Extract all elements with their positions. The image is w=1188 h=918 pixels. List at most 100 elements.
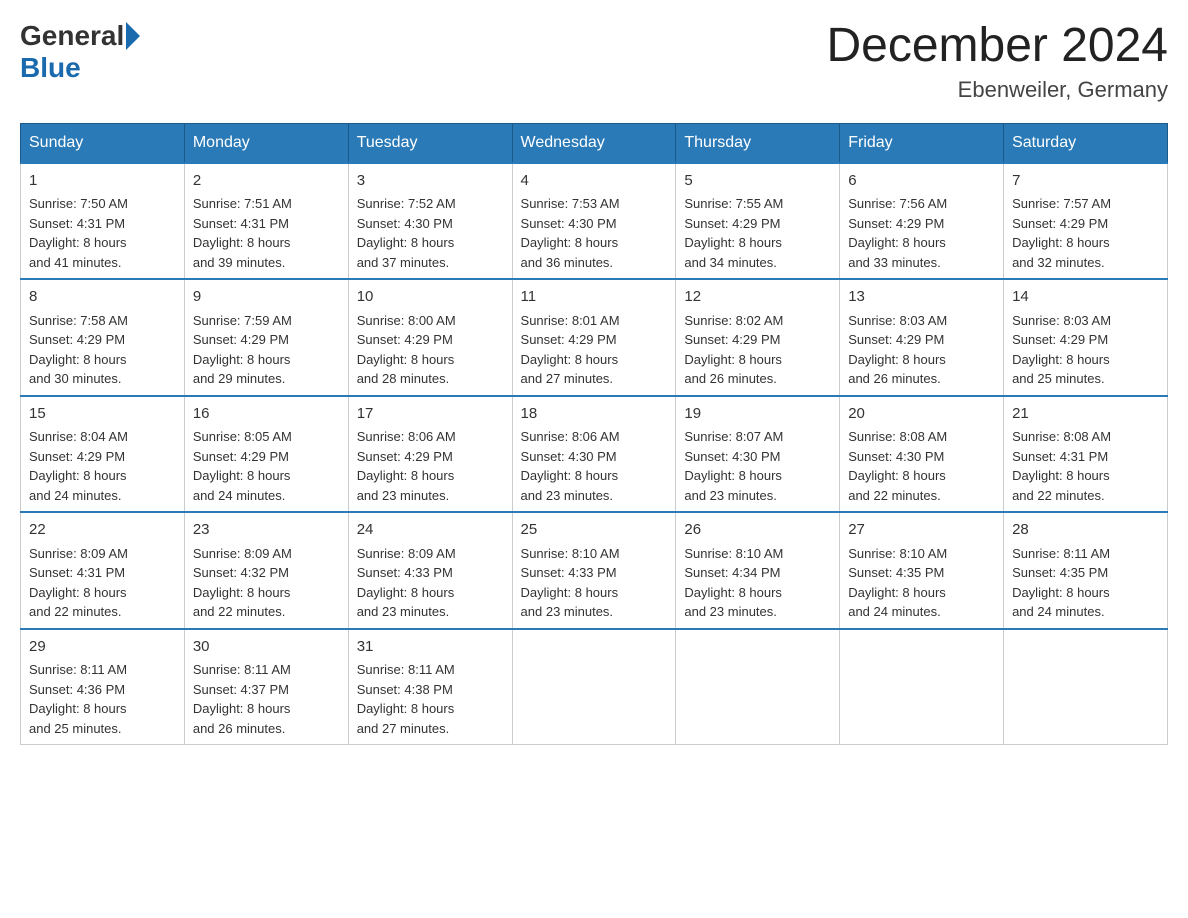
day-number: 7: [1012, 170, 1159, 193]
sunrise: Sunrise: 7:56 AM: [848, 196, 947, 211]
logo-general-text: General: [20, 20, 124, 52]
header-wednesday: Wednesday: [512, 123, 676, 163]
calendar-day-cell: 27Sunrise: 8:10 AMSunset: 4:35 PMDayligh…: [840, 512, 1004, 629]
sunrise: Sunrise: 8:00 AM: [357, 313, 456, 328]
day-number: 16: [193, 403, 340, 426]
sunset: Sunset: 4:31 PM: [1012, 449, 1108, 464]
calendar-day-cell: 17Sunrise: 8:06 AMSunset: 4:29 PMDayligh…: [348, 396, 512, 513]
calendar-day-cell: [840, 629, 1004, 745]
calendar-day-cell: 26Sunrise: 8:10 AMSunset: 4:34 PMDayligh…: [676, 512, 840, 629]
day-number: 1: [29, 170, 176, 193]
logo: General Blue: [20, 20, 142, 84]
calendar-week-row: 8Sunrise: 7:58 AMSunset: 4:29 PMDaylight…: [21, 279, 1168, 396]
sunrise: Sunrise: 8:11 AM: [29, 662, 127, 677]
daylight: Daylight: 8 hours: [521, 352, 619, 367]
sunrise: Sunrise: 8:11 AM: [193, 662, 291, 677]
sunrise: Sunrise: 8:10 AM: [684, 546, 783, 561]
calendar-day-cell: 30Sunrise: 8:11 AMSunset: 4:37 PMDayligh…: [184, 629, 348, 745]
daylight: Daylight: 8 hours: [848, 468, 946, 483]
sunset: Sunset: 4:29 PM: [684, 332, 780, 347]
sunrise: Sunrise: 8:08 AM: [1012, 429, 1111, 444]
sunset: Sunset: 4:29 PM: [848, 216, 944, 231]
daylight: Daylight: 8 hours: [29, 352, 127, 367]
calendar-day-cell: 20Sunrise: 8:08 AMSunset: 4:30 PMDayligh…: [840, 396, 1004, 513]
daylight: Daylight: 8 hours: [1012, 235, 1110, 250]
sunrise: Sunrise: 7:51 AM: [193, 196, 292, 211]
daylight-minutes: and 24 minutes.: [193, 488, 286, 503]
daylight-minutes: and 23 minutes.: [521, 604, 614, 619]
day-number: 26: [684, 519, 831, 542]
calendar-day-cell: 12Sunrise: 8:02 AMSunset: 4:29 PMDayligh…: [676, 279, 840, 396]
calendar-day-cell: 25Sunrise: 8:10 AMSunset: 4:33 PMDayligh…: [512, 512, 676, 629]
daylight-minutes: and 24 minutes.: [1012, 604, 1105, 619]
day-number: 21: [1012, 403, 1159, 426]
sunrise: Sunrise: 8:09 AM: [357, 546, 456, 561]
sunset: Sunset: 4:29 PM: [1012, 216, 1108, 231]
calendar-week-row: 15Sunrise: 8:04 AMSunset: 4:29 PMDayligh…: [21, 396, 1168, 513]
sunset: Sunset: 4:38 PM: [357, 682, 453, 697]
daylight: Daylight: 8 hours: [684, 352, 782, 367]
header-tuesday: Tuesday: [348, 123, 512, 163]
daylight-minutes: and 24 minutes.: [848, 604, 941, 619]
calendar-day-cell: 29Sunrise: 8:11 AMSunset: 4:36 PMDayligh…: [21, 629, 185, 745]
sunrise: Sunrise: 8:07 AM: [684, 429, 783, 444]
calendar-day-cell: 28Sunrise: 8:11 AMSunset: 4:35 PMDayligh…: [1004, 512, 1168, 629]
calendar-day-cell: 19Sunrise: 8:07 AMSunset: 4:30 PMDayligh…: [676, 396, 840, 513]
sunset: Sunset: 4:29 PM: [193, 332, 289, 347]
sunrise: Sunrise: 8:03 AM: [1012, 313, 1111, 328]
sunset: Sunset: 4:33 PM: [357, 565, 453, 580]
sunset: Sunset: 4:31 PM: [29, 216, 125, 231]
calendar-week-row: 29Sunrise: 8:11 AMSunset: 4:36 PMDayligh…: [21, 629, 1168, 745]
daylight: Daylight: 8 hours: [193, 352, 291, 367]
day-number: 29: [29, 636, 176, 659]
day-number: 25: [521, 519, 668, 542]
sunrise: Sunrise: 8:06 AM: [521, 429, 620, 444]
sunrise: Sunrise: 8:01 AM: [521, 313, 620, 328]
sunrise: Sunrise: 8:09 AM: [29, 546, 128, 561]
daylight: Daylight: 8 hours: [684, 585, 782, 600]
sunset: Sunset: 4:30 PM: [521, 216, 617, 231]
daylight-minutes: and 41 minutes.: [29, 255, 122, 270]
daylight: Daylight: 8 hours: [29, 235, 127, 250]
daylight-minutes: and 22 minutes.: [193, 604, 286, 619]
calendar-week-row: 22Sunrise: 8:09 AMSunset: 4:31 PMDayligh…: [21, 512, 1168, 629]
day-number: 20: [848, 403, 995, 426]
calendar-day-cell: 5Sunrise: 7:55 AMSunset: 4:29 PMDaylight…: [676, 163, 840, 280]
sunset: Sunset: 4:31 PM: [29, 565, 125, 580]
sunrise: Sunrise: 8:06 AM: [357, 429, 456, 444]
calendar-week-row: 1 Sunrise: 7:50 AM Sunset: 4:31 PM Daylight…: [21, 163, 1168, 280]
sunrise: Sunrise: 8:11 AM: [357, 662, 455, 677]
daylight-minutes: and 33 minutes.: [848, 255, 941, 270]
sunset: Sunset: 4:35 PM: [848, 565, 944, 580]
daylight-minutes: and 23 minutes.: [684, 604, 777, 619]
sunrise: Sunrise: 7:50 AM: [29, 196, 128, 211]
day-number: 17: [357, 403, 504, 426]
daylight-minutes: and 27 minutes.: [521, 371, 614, 386]
daylight-minutes: and 26 minutes.: [684, 371, 777, 386]
calendar-table: SundayMondayTuesdayWednesdayThursdayFrid…: [20, 123, 1168, 746]
sunset: Sunset: 4:30 PM: [684, 449, 780, 464]
calendar-day-cell: 24Sunrise: 8:09 AMSunset: 4:33 PMDayligh…: [348, 512, 512, 629]
logo-triangle-icon: [126, 22, 140, 50]
daylight: Daylight: 8 hours: [521, 468, 619, 483]
daylight-minutes: and 22 minutes.: [848, 488, 941, 503]
sunset: Sunset: 4:30 PM: [357, 216, 453, 231]
calendar-day-cell: 15Sunrise: 8:04 AMSunset: 4:29 PMDayligh…: [21, 396, 185, 513]
daylight: Daylight: 8 hours: [848, 235, 946, 250]
sunrise: Sunrise: 8:02 AM: [684, 313, 783, 328]
daylight: Daylight: 8 hours: [357, 468, 455, 483]
sunrise: Sunrise: 7:55 AM: [684, 196, 783, 211]
sunset: Sunset: 4:36 PM: [29, 682, 125, 697]
sunset: Sunset: 4:29 PM: [684, 216, 780, 231]
calendar-day-cell: 4Sunrise: 7:53 AMSunset: 4:30 PMDaylight…: [512, 163, 676, 280]
daylight: Daylight: 8 hours: [1012, 585, 1110, 600]
calendar-day-cell: [512, 629, 676, 745]
daylight-minutes: and 36 minutes.: [521, 255, 614, 270]
calendar-day-cell: 16Sunrise: 8:05 AMSunset: 4:29 PMDayligh…: [184, 396, 348, 513]
page-header: General Blue December 2024 Ebenweiler, G…: [20, 20, 1168, 103]
calendar-day-cell: 9Sunrise: 7:59 AMSunset: 4:29 PMDaylight…: [184, 279, 348, 396]
month-title: December 2024: [826, 20, 1168, 73]
day-number: 8: [29, 286, 176, 309]
calendar-day-cell: 23Sunrise: 8:09 AMSunset: 4:32 PMDayligh…: [184, 512, 348, 629]
calendar-day-cell: 3Sunrise: 7:52 AMSunset: 4:30 PMDaylight…: [348, 163, 512, 280]
